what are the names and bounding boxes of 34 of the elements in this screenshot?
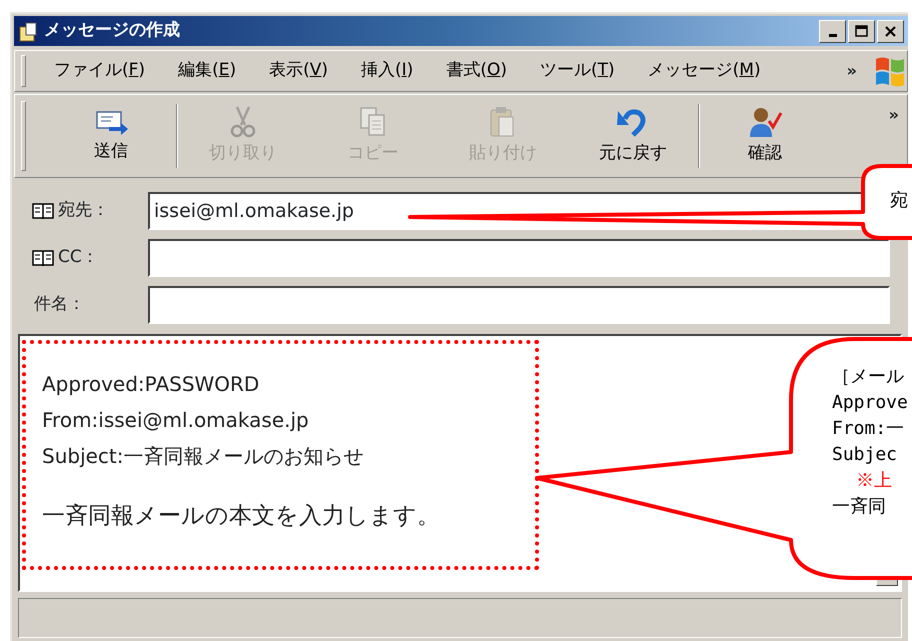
overflow-chevron[interactable]: » (846, 59, 857, 83)
close-icon (883, 24, 898, 38)
menu-item[interactable]: 編集(E) (170, 56, 244, 86)
minimize-icon (828, 34, 836, 37)
menu-item[interactable]: 書式(O) (438, 56, 515, 86)
toolbar-button[interactable]: 確認 (700, 97, 830, 175)
menu-item[interactable]: 挿入(I) (353, 56, 422, 86)
minimize-button[interactable] (819, 20, 846, 42)
tooltip-text: ※上 (855, 469, 893, 493)
close-button[interactable] (877, 20, 904, 42)
field-label: 宛先： (58, 199, 109, 222)
menu-item[interactable]: ツール(T) (532, 56, 623, 86)
address-book-icon[interactable] (32, 201, 54, 221)
toolbar-button[interactable]: 元に戻す (568, 97, 698, 175)
maximize-icon (854, 24, 869, 38)
maximize-button[interactable] (848, 20, 875, 42)
field-label: CC： (58, 246, 99, 270)
window-title: メッセージの作成 (44, 19, 180, 42)
menu-item[interactable]: メッセージ(M) (640, 56, 769, 86)
overflow-chevron[interactable]: » (888, 103, 899, 127)
input-field[interactable] (148, 239, 890, 277)
menu-item[interactable]: 表示(V) (261, 56, 336, 86)
input-field[interactable] (148, 286, 890, 324)
tooltip-text: 一斉同 (832, 495, 887, 519)
message-text: 一斉同報メールの本文を入力します。 (42, 502, 441, 531)
message-text: Approved:PASSWORD From:issei@ml.omakase.jp Subject:一斉同報メールのお知らせ (42, 371, 365, 470)
tooltip-text: Subjec (832, 443, 898, 467)
address-book-icon[interactable] (32, 248, 54, 268)
field-label: 件名： (34, 293, 85, 316)
tooltip-text: ［メール (832, 365, 905, 389)
person-check-icon (747, 105, 783, 140)
menu-item[interactable]: ファイル(F) (46, 56, 154, 86)
tooltip-text: 宛 (890, 189, 908, 213)
toolbar-button[interactable]: 送信 (46, 97, 176, 175)
